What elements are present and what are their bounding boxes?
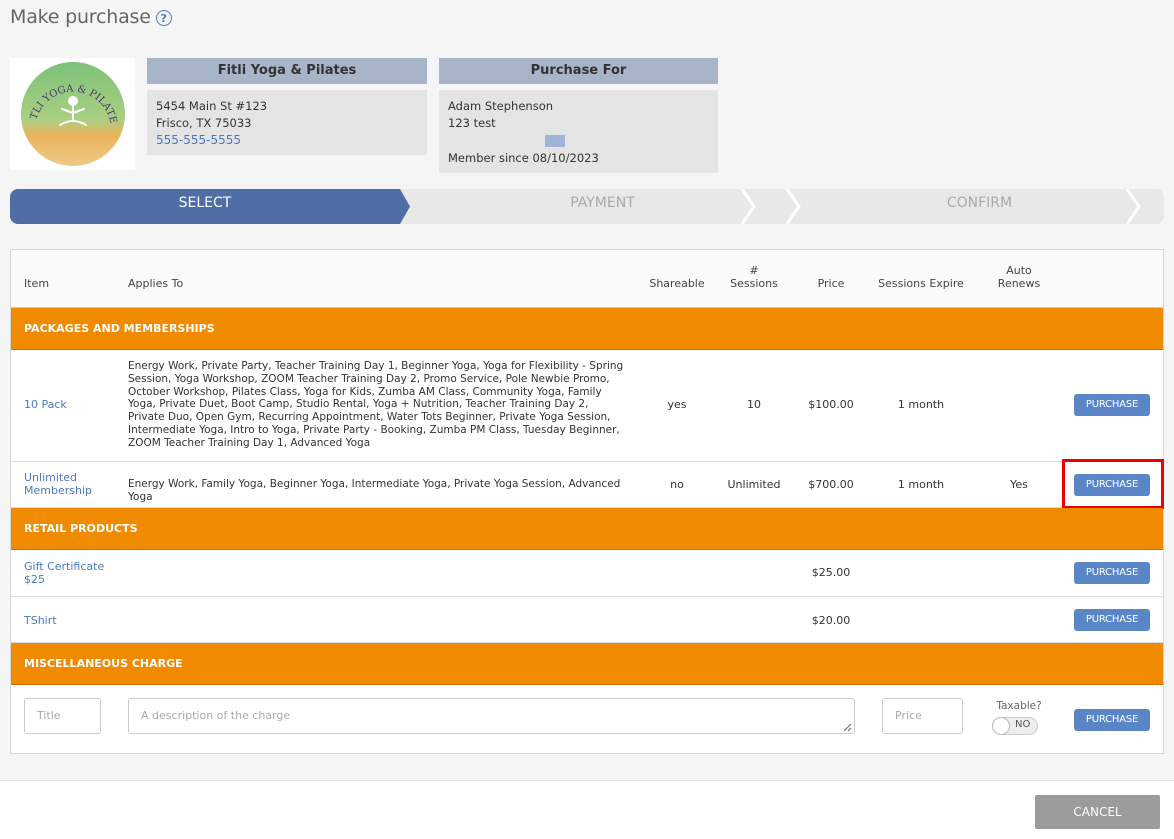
table-row: TShirt $20.00 PURCHASE [11,597,1163,643]
section-packages: PACKAGES AND MEMBERSHIPS [11,308,1163,350]
business-info-card: Fitli Yoga & Pilates 5454 Main St #123 F… [147,58,427,155]
shareable-value: yes [667,398,687,411]
footer: CANCEL [0,780,1174,839]
item-link[interactable]: 10 Pack [24,398,67,411]
col-shareable: Shareable [649,277,705,290]
purchase-button[interactable]: PURCHASE [1074,394,1150,416]
item-link[interactable]: Gift Certificate $25 [24,560,114,586]
expire-value: 1 month [897,478,945,491]
step-confirm: CONFIRM [946,195,1013,211]
resize-handle-icon[interactable] [842,722,852,732]
applies-to-text: Energy Work, Private Party, Teacher Trai… [128,360,624,449]
help-icon[interactable]: ? [155,10,172,26]
col-auto-renews: Auto Renews [989,264,1049,290]
toggle-knob [992,717,1010,735]
applies-to-text: Energy Work, Family Yoga, Beginner Yoga,… [128,478,621,503]
toggle-label: NO [1015,719,1031,730]
col-sessions-label: Sessions [730,277,778,290]
yoga-logo-icon: FITLI YOGA & PILATES [20,61,125,166]
purchaser-name: Adam Stephenson [448,99,554,113]
step-divider-icon [1125,189,1141,224]
member-since: Member since 08/10/2023 [448,151,599,165]
col-sessions: # Sessions [724,264,784,290]
purchaser-header: Purchase For [439,58,718,84]
step-payment: PAYMENT [570,195,635,211]
page-header: Make purchase ? [10,6,172,28]
section-retail: RETAIL PRODUCTS [11,508,1163,550]
purchaser-info-card: Purchase For Adam Stephenson 123 test Me… [439,58,718,173]
price-value: $25.00 [811,566,851,579]
price-value: $700.00 [808,478,854,491]
table-row: Gift Certificate $25 $25.00 PURCHASE [11,550,1163,597]
price-value: $20.00 [811,614,851,627]
cancel-button[interactable]: CANCEL [1035,795,1160,829]
item-link[interactable]: Unlimited Membership [24,471,104,497]
table-header: Item Applies To Shareable # Sessions Pri… [11,250,1163,308]
table-row: Unlimited Membership Energy Work, Family… [11,462,1163,508]
purchase-button[interactable]: PURCHASE [1074,709,1150,731]
col-applies-to: Applies To [128,277,184,290]
business-logo: FITLI YOGA & PILATES [10,58,135,170]
taxable-label: Taxable? [996,700,1042,712]
sessions-value: Unlimited [727,478,781,491]
business-address-line1: 5454 Main St #123 [156,99,268,113]
step-divider-icon [740,189,756,224]
misc-price-input[interactable]: Price [882,698,963,734]
purchase-button[interactable]: PURCHASE [1074,562,1150,584]
section-misc: MISCELLANEOUS CHARGE [11,643,1163,685]
purchase-table: Item Applies To Shareable # Sessions Pri… [10,249,1164,754]
taxable-toggle[interactable]: NO [992,717,1038,735]
avatar-image-icon [545,135,565,147]
step-select: SELECT [10,189,410,224]
purchaser-details: Adam Stephenson 123 test Member since 08… [439,90,718,173]
sessions-value: 10 [747,398,761,411]
business-name: Fitli Yoga & Pilates [147,58,427,84]
page-title: Make purchase [10,6,151,28]
col-price: Price [817,277,845,290]
col-auto-label: Auto [1006,264,1032,277]
misc-title-input[interactable]: Title [24,698,101,734]
business-details: 5454 Main St #123 Frisco, TX 75033 555-5… [147,90,427,155]
purchase-steps: SELECT PAYMENT CONFIRM [10,189,1164,224]
col-sessions-hash: # [749,264,759,277]
business-address-line2: Frisco, TX 75033 [156,116,252,130]
purchase-button[interactable]: PURCHASE [1074,609,1150,631]
item-link[interactable]: TShirt [24,614,57,627]
misc-description-input[interactable]: A description of the charge [128,698,855,734]
price-value: $100.00 [808,398,854,411]
col-item: Item [24,277,50,290]
col-renews-label: Renews [997,277,1041,290]
purchaser-note: 123 test [448,116,496,130]
highlight-box [1062,459,1164,509]
expire-value: 1 month [897,398,945,411]
table-row: 10 Pack Energy Work, Private Party, Teac… [11,350,1163,462]
col-sessions-expire: Sessions Expire [878,277,964,290]
shareable-value: no [670,478,684,491]
auto-renews-value: Yes [1010,478,1028,491]
misc-charge-row: Title A description of the charge Price … [11,685,1163,753]
business-phone-link[interactable]: 555-555-5555 [156,132,418,149]
step-divider-icon [785,189,801,224]
